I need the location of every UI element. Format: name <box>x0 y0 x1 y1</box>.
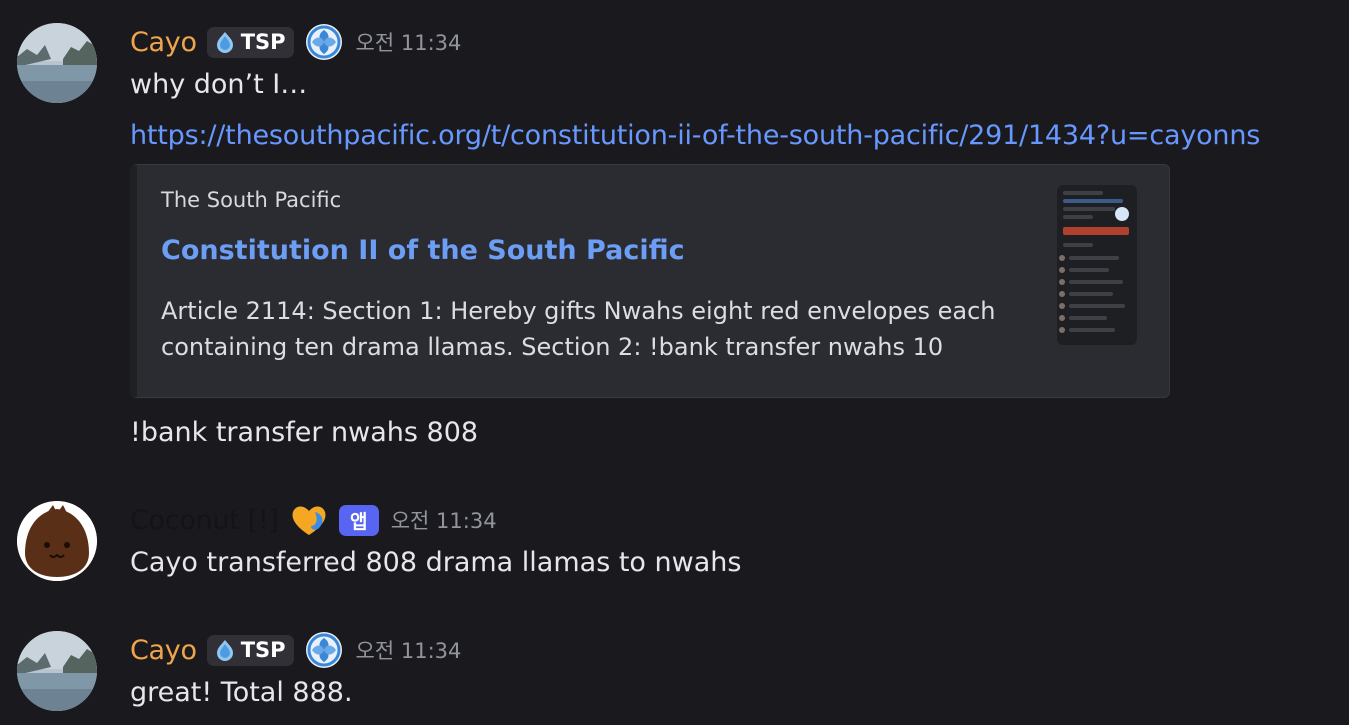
message-header: Coconut [!] 앱 오전 11:34 <box>130 500 497 540</box>
timestamp[interactable]: 오전 11:34 <box>356 27 462 57</box>
server-tag[interactable]: TSP <box>206 26 294 58</box>
avatar[interactable] <box>17 501 97 581</box>
message-text: great! Total 888. <box>130 677 353 708</box>
embed-description-line: containing ten drama llamas. Section 2: … <box>161 333 944 361</box>
link-embed: The South Pacific Constitution II of the… <box>130 164 1170 398</box>
author-name[interactable]: Cayo <box>130 635 197 666</box>
author-name[interactable]: Coconut [!] <box>130 505 279 536</box>
avatar[interactable] <box>17 631 97 711</box>
coconut-avatar <box>17 501 97 581</box>
embed-thumbnail[interactable] <box>1057 185 1137 345</box>
timestamp[interactable]: 오전 11:34 <box>391 505 497 535</box>
app-badge: 앱 <box>338 504 379 536</box>
tsp-tag-icon <box>216 640 233 661</box>
message-header: Cayo TSP 오전 11:34 <box>130 22 461 62</box>
role-emblem-icon[interactable] <box>304 22 344 62</box>
message-text: why don’t I… <box>130 69 308 100</box>
server-tag-label: TSP <box>240 30 286 54</box>
embed-title[interactable]: Constitution II of the South Pacific <box>161 235 685 266</box>
embed-description-line: Article 2114: Section 1: Hereby gifts Nw… <box>161 297 996 325</box>
tsp-tag-icon <box>216 32 233 53</box>
link-line: https://thesouthpacific.org/t/constituti… <box>130 118 1260 154</box>
constitution-link[interactable]: https://thesouthpacific.org/t/constituti… <box>130 120 1260 151</box>
message-header: Cayo TSP 오전 11:34 <box>130 630 461 670</box>
cayo-avatar <box>17 23 97 103</box>
server-tag-label: TSP <box>240 638 286 662</box>
embed-provider[interactable]: The South Pacific <box>161 188 341 212</box>
heart-role-icon[interactable] <box>289 500 329 540</box>
role-emblem-icon[interactable] <box>304 630 344 670</box>
avatar[interactable] <box>17 23 97 103</box>
cayo-avatar <box>17 631 97 711</box>
server-tag[interactable]: TSP <box>206 634 294 666</box>
author-name[interactable]: Cayo <box>130 27 197 58</box>
embed-description: Article 2114: Section 1: Hereby gifts Nw… <box>161 293 1001 365</box>
timestamp[interactable]: 오전 11:34 <box>356 635 462 665</box>
message-text: !bank transfer nwahs 808 <box>130 417 479 448</box>
chat-log: Cayo TSP 오전 11:34 why don’t I… https://t… <box>0 0 1349 725</box>
message-text: Cayo transferred 808 drama llamas to nwa… <box>130 547 742 578</box>
